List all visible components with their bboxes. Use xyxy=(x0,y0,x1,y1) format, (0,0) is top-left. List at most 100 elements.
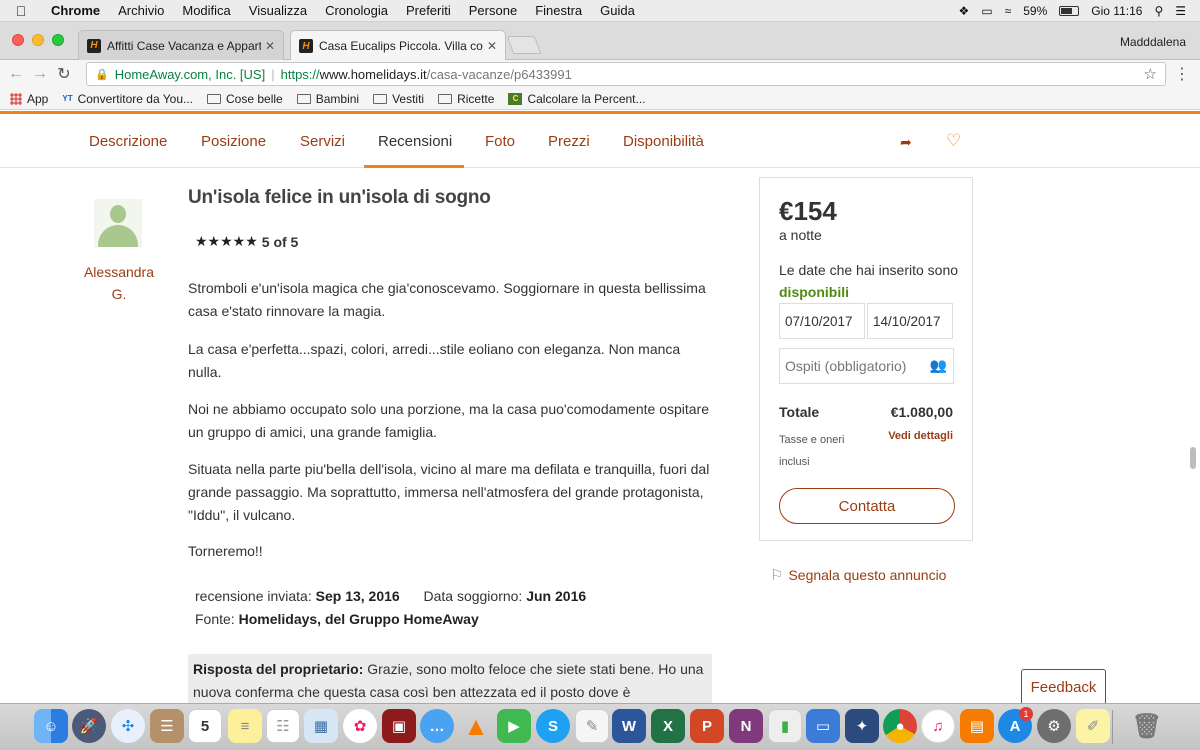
contacts-icon[interactable]: ☰ xyxy=(150,709,184,743)
share-icon[interactable]: ➦ xyxy=(900,134,912,151)
ibooks-icon[interactable]: ▤ xyxy=(960,709,994,743)
subnav-servizi[interactable]: Servizi xyxy=(300,133,345,150)
clock[interactable]: Gio 11:16 xyxy=(1091,4,1142,18)
photo-booth-icon[interactable]: ▣ xyxy=(382,709,416,743)
reminders-icon[interactable]: ☷ xyxy=(266,709,300,743)
stickies-icon[interactable]: ✐ xyxy=(1076,709,1110,743)
checkin-date-input[interactable]: 07/10/2017 xyxy=(779,303,865,339)
checkout-date-input[interactable]: 14/10/2017 xyxy=(867,303,953,339)
skype-icon[interactable]: S xyxy=(536,709,570,743)
review-paragraph: Stromboli e'un'isola magica che gia'cono… xyxy=(188,280,706,319)
photoshop-icon[interactable]: ✦ xyxy=(845,709,879,743)
menu-finestra[interactable]: Finestra xyxy=(526,3,591,18)
forward-arrow-icon[interactable]: → xyxy=(28,65,52,83)
owner-response-label: Risposta del proprietario: xyxy=(193,661,364,677)
review-paragraph: Situata nella parte piu'bella dell'isola… xyxy=(188,461,710,523)
listing-subnav: Descrizione Posizione Servizi Recensioni… xyxy=(0,114,1200,168)
menu-guida[interactable]: Guida xyxy=(591,3,644,18)
system-preferences-icon[interactable]: ⚙ xyxy=(1037,709,1071,743)
launchpad-icon[interactable]: 🚀 xyxy=(72,709,106,743)
contact-button[interactable]: Contatta xyxy=(779,488,955,524)
chrome-menu-icon[interactable]: ⋮ xyxy=(1174,64,1190,84)
view-details-link[interactable]: Vedi dettagli xyxy=(888,430,953,442)
reviewer-name: Alessandra G. xyxy=(83,264,155,302)
subnav-descrizione[interactable]: Descrizione xyxy=(89,133,167,150)
back-arrow-icon[interactable]: ← xyxy=(4,65,28,83)
dropbox-icon[interactable]: ❖ xyxy=(959,4,970,18)
minimize-window-button[interactable] xyxy=(32,34,44,46)
excel-icon[interactable]: X xyxy=(651,709,685,743)
facetime-icon[interactable]: ▶ xyxy=(497,709,531,743)
menu-persone[interactable]: Persone xyxy=(460,3,526,18)
onenote-icon[interactable]: N xyxy=(729,709,763,743)
address-bar[interactable]: 🔒 HomeAway.com, Inc. [US] | https:// www… xyxy=(86,62,1166,86)
finder-icon[interactable]: ☺ xyxy=(34,709,68,743)
per-night-label: a notte xyxy=(779,227,822,243)
subnav-recensioni[interactable]: Recensioni xyxy=(378,133,452,150)
calendar-icon[interactable]: 5 xyxy=(188,709,222,743)
fullscreen-window-button[interactable] xyxy=(52,34,64,46)
messages-icon[interactable]: … xyxy=(420,709,454,743)
homelidays-favicon-icon: H xyxy=(87,38,101,53)
lock-icon: 🔒 xyxy=(95,68,109,81)
wifi-icon[interactable]: ≈ xyxy=(1005,4,1012,18)
tab-close-icon[interactable]: ✕ xyxy=(487,39,497,53)
subnav-posizione[interactable]: Posizione xyxy=(201,133,266,150)
subnav-foto[interactable]: Foto xyxy=(485,133,515,150)
safari-icon[interactable]: ✣ xyxy=(111,709,145,743)
menu-archivio[interactable]: Archivio xyxy=(109,3,173,18)
keynote-icon[interactable]: ▭ xyxy=(806,709,840,743)
url-scheme: https:// xyxy=(280,66,320,82)
new-tab-button[interactable] xyxy=(506,36,542,54)
menu-cronologia[interactable]: Cronologia xyxy=(316,3,397,18)
rating-score: 5 of 5 xyxy=(261,233,299,250)
menu-app-name[interactable]: Chrome xyxy=(42,3,109,18)
word-icon[interactable]: W xyxy=(612,709,646,743)
tab-close-icon[interactable]: ✕ xyxy=(265,39,275,53)
tax-note: Tasse e oneri inclusi xyxy=(779,434,845,468)
tab-strip: H Affitti Case Vacanza e Apparta ✕ H Cas… xyxy=(0,22,1200,61)
menu-preferiti[interactable]: Preferiti xyxy=(397,3,460,18)
notes-icon[interactable]: ≡ xyxy=(228,709,262,743)
apple-icon[interactable]:  xyxy=(0,3,42,19)
photos-icon[interactable]: ✿ xyxy=(343,709,377,743)
bookmark-apps[interactable]: App xyxy=(10,92,48,106)
browser-tab-2-active[interactable]: H Casa Eucalips Piccola. Villa co ✕ xyxy=(290,30,506,61)
vlc-icon[interactable]: ▲ xyxy=(459,709,493,743)
battery-icon[interactable] xyxy=(1059,5,1080,16)
textedit-icon[interactable]: ✎ xyxy=(575,709,609,743)
source-label: Fonte: xyxy=(195,611,235,627)
favorite-heart-icon[interactable]: ♡ xyxy=(946,131,961,151)
profile-name[interactable]: Madddalena xyxy=(1120,35,1186,49)
menu-modifica[interactable]: Modifica xyxy=(173,3,239,18)
spotlight-icon[interactable]: ⚲ xyxy=(1154,4,1163,18)
macos-dock: ☺ 🚀 ✣ ☰ 5 ≡ ☷ ▦ ✿ ▣ … ▲ ▶ S ✎ W X P N ▮ … xyxy=(0,703,1200,750)
numbers-icon[interactable]: ▮ xyxy=(768,709,802,743)
notification-center-icon[interactable]: ☰ xyxy=(1175,4,1186,18)
review-source: Fonte: Homelidays, del Gruppo HomeAway xyxy=(195,611,479,627)
bookmark-vestiti[interactable]: Vestiti xyxy=(373,92,424,106)
preview-icon[interactable]: ▦ xyxy=(304,709,338,743)
reload-icon[interactable]: ↻ xyxy=(52,64,76,84)
bookmark-star-icon[interactable]: ☆ xyxy=(1144,65,1157,83)
bookmark-percentuale[interactable]: C Calcolare la Percent... xyxy=(508,92,646,106)
submitted-date: Sep 13, 2016 xyxy=(315,588,400,604)
close-window-button[interactable] xyxy=(12,34,24,46)
feedback-button[interactable]: Feedback xyxy=(1021,669,1106,703)
bookmark-youtube-converter[interactable]: YT Convertitore da You... xyxy=(62,92,193,106)
browser-tab-1[interactable]: H Affitti Case Vacanza e Apparta ✕ xyxy=(78,30,284,60)
guests-input[interactable]: Ospiti (obbligatorio) 👥 xyxy=(779,348,954,384)
chrome-icon[interactable]: ● xyxy=(883,709,917,743)
bookmark-ricette[interactable]: Ricette xyxy=(438,92,494,106)
itunes-icon[interactable]: ♫ xyxy=(921,709,955,743)
bookmark-cose-belle[interactable]: Cose belle xyxy=(207,92,283,106)
airplay-icon[interactable]: ▭ xyxy=(981,4,992,18)
menu-visualizza[interactable]: Visualizza xyxy=(240,3,316,18)
page-scrollbar[interactable] xyxy=(1190,447,1196,469)
report-listing-link[interactable]: ⚐ Segnala questo annuncio xyxy=(770,566,946,584)
bookmark-bambini[interactable]: Bambini xyxy=(296,92,359,106)
subnav-prezzi[interactable]: Prezzi xyxy=(548,133,590,150)
trash-icon[interactable]: 🗑 xyxy=(1130,709,1164,743)
subnav-disponibilita[interactable]: Disponibilità xyxy=(623,133,704,150)
powerpoint-icon[interactable]: P xyxy=(690,709,724,743)
